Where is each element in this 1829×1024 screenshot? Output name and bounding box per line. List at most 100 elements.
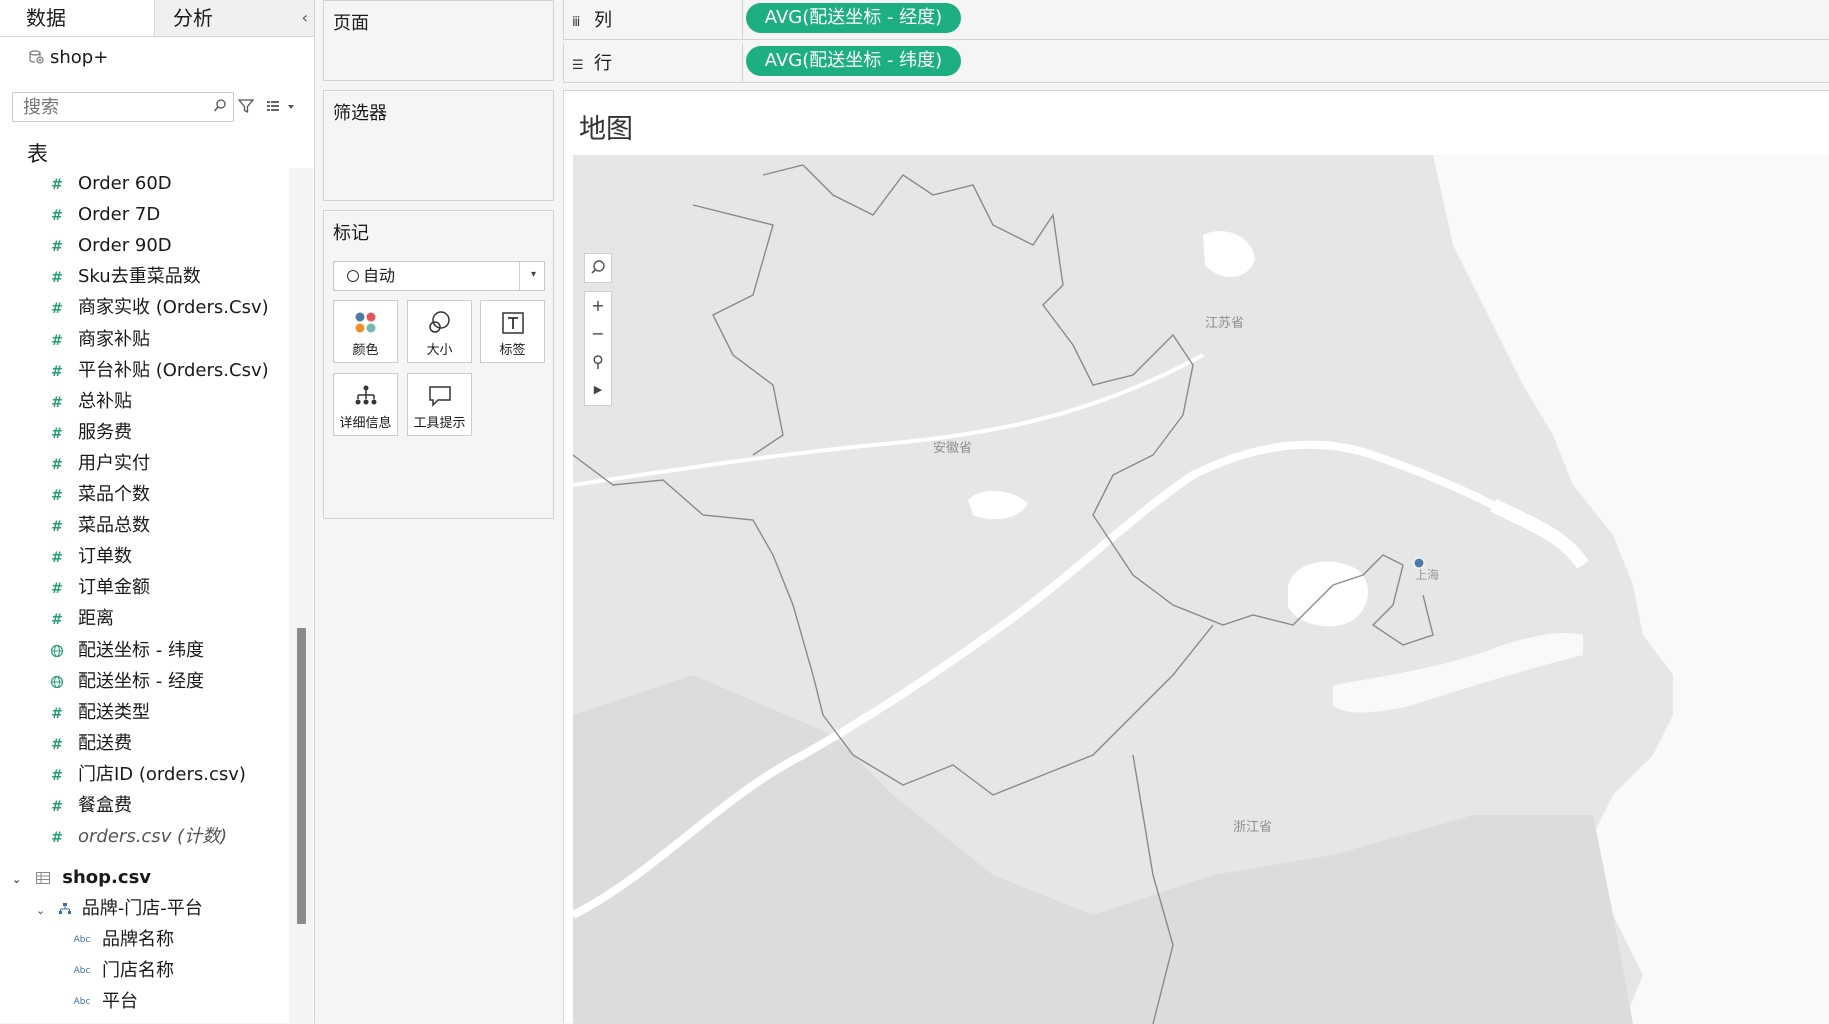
- rows-label-text: 行: [594, 53, 612, 74]
- tab-analysis-label: 分析: [173, 6, 213, 30]
- table-shop-csv[interactable]: ⌄ shop.csv: [12, 862, 151, 893]
- field-store-name[interactable]: Abc 门店名称: [70, 955, 174, 986]
- globe-icon: [50, 644, 64, 657]
- field-item[interactable]: # 平台补贴 (Orders.Csv): [0, 355, 269, 386]
- view-options-icon[interactable]: [266, 98, 296, 114]
- field-item[interactable]: # 菜品总数: [0, 510, 150, 541]
- measure-icon: #: [51, 550, 63, 567]
- pin-icon[interactable]: ⚲: [585, 348, 611, 376]
- map-canvas[interactable]: 江苏省 安徽省 浙江省 上海: [573, 155, 1829, 1024]
- mark-type-dropdown[interactable]: 自动 ▾: [333, 261, 545, 291]
- tab-analysis[interactable]: 分析 ‹: [155, 0, 314, 36]
- filters-card[interactable]: 筛选器: [323, 90, 554, 201]
- map-label-jiangsu: 江苏省: [1205, 315, 1244, 331]
- measure-icon: #: [51, 363, 63, 380]
- zoom-out-icon[interactable]: −: [585, 320, 611, 348]
- tables-heading: 表: [27, 142, 48, 166]
- measure-icon: #: [51, 830, 63, 847]
- expand-chevron-icon[interactable]: ⌄: [36, 895, 50, 926]
- field-label: 菜品个数: [78, 484, 150, 505]
- field-label: Order 60D: [78, 173, 172, 194]
- data-point[interactable]: [1413, 557, 1425, 569]
- search-input[interactable]: [21, 93, 205, 121]
- search-icon[interactable]: [585, 254, 611, 282]
- field-item[interactable]: # 配送类型: [0, 697, 150, 728]
- field-item[interactable]: # 门店ID (orders.csv): [0, 759, 246, 790]
- collapse-pane-icon[interactable]: ‹: [302, 0, 308, 36]
- size-button[interactable]: 大小: [407, 300, 472, 363]
- field-item[interactable]: # Order 90D: [0, 230, 172, 261]
- measure-icon: #: [51, 208, 63, 225]
- tooltip-button-label: 工具提示: [413, 416, 466, 431]
- pages-card[interactable]: 页面: [323, 0, 554, 81]
- field-item[interactable]: # 服务费: [0, 417, 132, 448]
- field-item[interactable]: # 商家实收 (Orders.Csv): [0, 292, 269, 323]
- field-label: 距离: [78, 608, 114, 630]
- table-icon: [36, 872, 51, 884]
- field-label: 餐盒费: [78, 795, 132, 816]
- field-item[interactable]: # 总补贴: [0, 386, 132, 417]
- scrollbar-thumb[interactable]: [297, 628, 306, 924]
- zoom-in-icon[interactable]: +: [585, 292, 611, 320]
- map-zoom-controls: + − ⚲ ▶: [584, 291, 612, 406]
- field-item[interactable]: # 用户实付: [0, 448, 150, 479]
- field-item[interactable]: # Sku去重菜品数: [0, 261, 201, 292]
- field-brand-name[interactable]: Abc 品牌名称: [70, 924, 174, 955]
- measure-icon: #: [51, 425, 63, 442]
- field-label: 门店ID (orders.csv): [78, 763, 246, 785]
- tooltip-icon: [429, 386, 451, 407]
- field-item[interactable]: # 餐盒费: [0, 790, 132, 821]
- field-item[interactable]: # Order 7D: [0, 199, 160, 230]
- rows-pill[interactable]: AVG(配送坐标 - 纬度): [746, 46, 961, 76]
- expand-chevron-icon[interactable]: ⌄: [12, 864, 26, 895]
- measure-icon: #: [51, 705, 63, 722]
- filter-icon[interactable]: [238, 98, 254, 114]
- mark-type-value: 自动: [363, 266, 396, 285]
- field-label: 服务费: [78, 421, 132, 443]
- field-item[interactable]: # 距离: [0, 603, 114, 634]
- columns-pill[interactable]: AVG(配送坐标 - 经度): [746, 3, 961, 33]
- measure-icon: #: [51, 799, 63, 815]
- field-item[interactable]: 配送坐标 - 纬度: [0, 635, 204, 666]
- field-item[interactable]: # 商家补贴: [0, 324, 150, 355]
- detail-icon: [355, 385, 377, 405]
- field-item[interactable]: # 订单数: [0, 541, 132, 572]
- hierarchy-brand-store-platform[interactable]: ⌄ 品牌-门店-平台: [36, 893, 203, 924]
- field-item[interactable]: 配送坐标 - 经度: [0, 666, 204, 697]
- field-item[interactable]: # Order 60D: [0, 168, 172, 199]
- field-item[interactable]: # orders.csv (计数): [0, 821, 227, 852]
- field-label: 品牌名称: [102, 929, 174, 950]
- worksheet-title[interactable]: 地图: [579, 107, 633, 146]
- map-label-anhui: 安徽省: [933, 441, 972, 456]
- tab-data[interactable]: 数据: [0, 0, 155, 36]
- field-item[interactable]: # 菜品个数: [0, 479, 150, 510]
- string-type-icon: Abc: [73, 965, 91, 976]
- globe-icon: [50, 675, 64, 688]
- measure-icon: #: [51, 301, 63, 318]
- measure-icon: #: [51, 767, 63, 784]
- field-label: 配送费: [78, 732, 132, 754]
- field-platform[interactable]: Abc 平台: [70, 986, 138, 1017]
- tooltip-button[interactable]: 工具提示: [407, 373, 472, 436]
- field-item[interactable]: # 配送费: [0, 728, 132, 759]
- field-label: 门店名称: [102, 960, 174, 981]
- circle-mark-icon: [347, 270, 359, 282]
- expand-toolbar-icon[interactable]: ▶: [585, 376, 611, 404]
- label-button[interactable]: 标签: [480, 300, 545, 363]
- taihu-lake: [1288, 561, 1369, 627]
- rows-shelf[interactable]: ☰ 行 AVG(配送坐标 - 纬度): [563, 43, 1829, 83]
- measure-icon: #: [51, 581, 63, 598]
- rows-icon: ☰: [572, 58, 584, 73]
- datasource-shop[interactable]: shop+: [28, 44, 108, 72]
- columns-shelf-label: ⅲ列: [572, 6, 612, 32]
- columns-shelf[interactable]: ⅲ列 AVG(配送坐标 - 经度): [563, 0, 1829, 40]
- detail-button[interactable]: 详细信息: [333, 373, 398, 436]
- field-label: Sku去重菜品数: [78, 266, 201, 288]
- pane-tabs: 数据 分析 ‹: [0, 0, 314, 37]
- field-item[interactable]: # 订单金额: [0, 572, 150, 603]
- color-button[interactable]: 颜色: [333, 300, 398, 363]
- marks-card-title: 标记: [333, 223, 369, 244]
- string-type-icon: Abc: [73, 996, 91, 1007]
- columns-icon: ⅲ: [572, 15, 581, 30]
- map-label-shanghai: 上海: [1415, 567, 1439, 582]
